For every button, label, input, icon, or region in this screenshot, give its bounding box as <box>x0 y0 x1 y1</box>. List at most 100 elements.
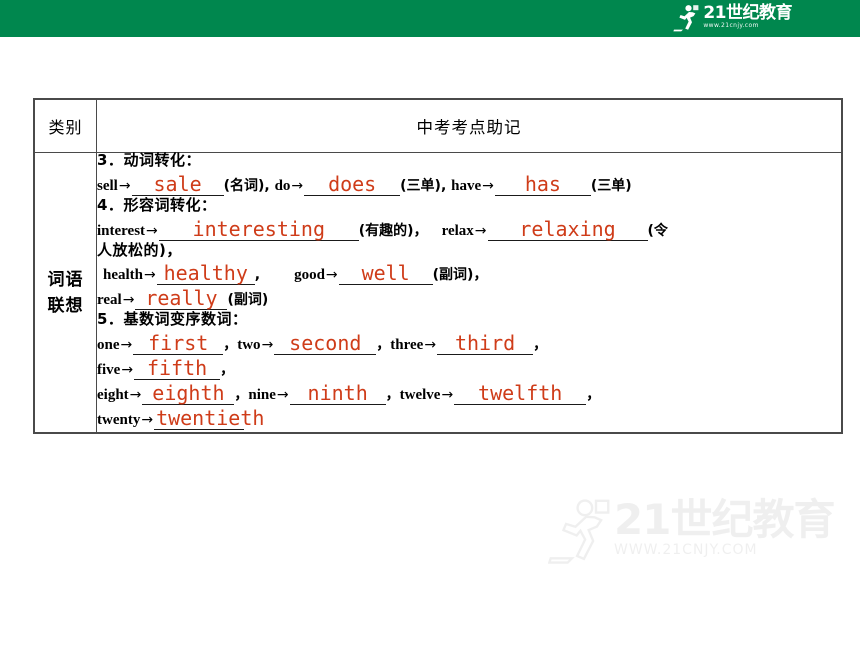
cue-word: three <box>390 337 424 353</box>
arrow-icon: → <box>441 387 454 403</box>
arrow-icon: → <box>261 337 274 353</box>
answer-blank[interactable]: second <box>274 333 377 355</box>
brand-wordmark: 21世纪教育 www.21cnjy.com <box>703 4 792 30</box>
study-table: 类别 中考考点助记 词语 联想 3．动词转化： sell→ sale (名词), d… <box>33 98 843 434</box>
arrow-icon: → <box>129 387 142 403</box>
arrow-icon: → <box>325 267 338 283</box>
answer-note: (令 <box>647 223 668 239</box>
answer-note: ， <box>385 387 400 403</box>
cue-word: have <box>451 178 482 194</box>
answer-blank[interactable]: sale <box>131 174 224 196</box>
header-category: 类别 <box>34 99 97 153</box>
answer-blank[interactable]: really <box>135 288 228 310</box>
arrow-icon: → <box>146 223 158 239</box>
answer-blank[interactable]: does <box>304 174 401 196</box>
answer-blank[interactable]: ninth <box>289 383 386 405</box>
cue-word: twelve <box>399 387 441 403</box>
running-person-icon <box>673 4 699 32</box>
cue-word: relax <box>441 223 474 239</box>
arrow-icon: → <box>120 337 133 353</box>
answer-note: ， <box>234 387 249 403</box>
section-heading: 3．动词转化： <box>97 153 841 168</box>
answer-blank[interactable]: has <box>494 174 591 196</box>
section-number: 3． <box>97 151 124 169</box>
row-content: 3．动词转化： sell→ sale (名词), do→ does (三单), have… <box>96 152 842 433</box>
cue-word: sell <box>97 178 118 194</box>
watermark-name: 21世纪教育 <box>614 495 835 544</box>
arrow-icon: → <box>291 178 304 194</box>
word-pair-line: interest→ interesting (有趣的)， relax→ relaxing… <box>97 218 841 241</box>
answer-blank[interactable]: relaxing <box>487 219 648 241</box>
word-pair-line: real→ really (副词) <box>97 287 841 310</box>
brand-url: www.21cnjy.com <box>703 22 759 29</box>
watermark: 21世纪教育 WWW.21CNJY.COM <box>547 495 848 618</box>
brand-name: 21世纪教育 <box>703 3 792 23</box>
arrow-icon: → <box>144 267 156 283</box>
word-pair-line: twenty→ twentieth <box>97 407 841 430</box>
cue-word: interest <box>97 223 146 239</box>
answer-note: ， <box>220 362 235 378</box>
answer-note: (副词)， <box>432 267 488 283</box>
watermark-url: WWW.21CNJY.COM <box>614 542 758 558</box>
section-number: 5． <box>97 310 124 328</box>
row-category-label: 词语 联想 <box>34 152 97 433</box>
answer-note: , <box>254 267 261 283</box>
table-header-row: 类别 中考考点助记 <box>34 99 842 153</box>
word-pair-line: one→ first ，two→ second ，three→ third， <box>97 332 841 355</box>
arrow-icon: → <box>482 178 494 194</box>
section-title: 形容词转化： <box>123 196 217 214</box>
answer-blank[interactable]: fifth <box>134 358 221 380</box>
cue-word: twenty <box>97 412 141 428</box>
answer-blank[interactable]: healthy <box>156 263 255 285</box>
answer-note: ， <box>586 387 601 403</box>
arrow-icon: → <box>276 387 289 403</box>
cue-word: health <box>103 267 144 283</box>
arrow-icon: → <box>424 337 437 353</box>
arrow-icon: → <box>121 362 134 378</box>
answer-blank[interactable]: eighth <box>142 383 235 405</box>
word-pair-line: health→ healthy, good→ well (副词)， <box>97 262 841 285</box>
arrow-icon: → <box>118 178 131 194</box>
word-pair-line: sell→ sale (名词), do→ does (三单), have→ has (三单) <box>97 173 841 196</box>
cue-word: nine <box>248 387 276 403</box>
section-heading: 4．形容词转化： <box>97 198 841 213</box>
section-heading: 5．基数词变序数词： <box>97 312 841 327</box>
section-title: 基数词变序数词： <box>123 310 248 328</box>
table-row: 词语 联想 3．动词转化： sell→ sale (名词), do→ does (三单)… <box>34 152 842 433</box>
answer-blank[interactable]: well <box>338 263 433 285</box>
section-title: 动词转化： <box>123 151 201 169</box>
cue-word: good <box>294 267 325 283</box>
answer-note: (三单) <box>590 178 632 194</box>
section-number: 4． <box>97 196 124 214</box>
cue-word: five <box>97 362 121 378</box>
word-pair-line: eight→ eighth ，nine→ ninth ，twelve→ twelfth， <box>97 382 841 405</box>
answer-blank[interactable]: first <box>133 333 224 355</box>
answer-blank[interactable]: interesting <box>158 219 359 241</box>
answer-note: (名词), <box>223 178 275 194</box>
answer-note: (三单), <box>400 178 452 194</box>
answer-blank[interactable]: third <box>437 333 534 355</box>
watermark-runner-icon <box>547 498 610 569</box>
brand-header-bar: 21世纪教育 www.21cnjy.com <box>0 0 860 37</box>
cue-word: real <box>97 292 122 308</box>
answer-note: (有趣的)， <box>358 223 428 239</box>
arrow-icon: → <box>122 292 135 308</box>
answer-blank[interactable]: twentieth <box>154 408 264 430</box>
brand-logo: 21世纪教育 www.21cnjy.com <box>673 4 792 32</box>
arrow-icon: → <box>474 223 487 239</box>
answer-note: ， <box>376 337 391 353</box>
arrow-icon: → <box>141 412 154 428</box>
header-main: 中考考点助记 <box>96 99 842 153</box>
wrapped-note: 人放松的)， <box>97 241 182 259</box>
answer-note: (副词) <box>227 292 269 308</box>
cue-word: one <box>97 337 120 353</box>
cue-word: do <box>274 178 291 194</box>
category-line-2: 联想 <box>47 295 84 316</box>
category-line-1: 词语 <box>47 269 84 290</box>
answer-note: ， <box>533 337 548 353</box>
wrapped-note-line: 人放松的)， <box>97 243 841 259</box>
answer-note: ， <box>223 337 238 353</box>
cue-word: two <box>237 337 261 353</box>
answer-blank[interactable]: twelfth <box>454 383 587 405</box>
cue-word: eight <box>97 387 129 403</box>
